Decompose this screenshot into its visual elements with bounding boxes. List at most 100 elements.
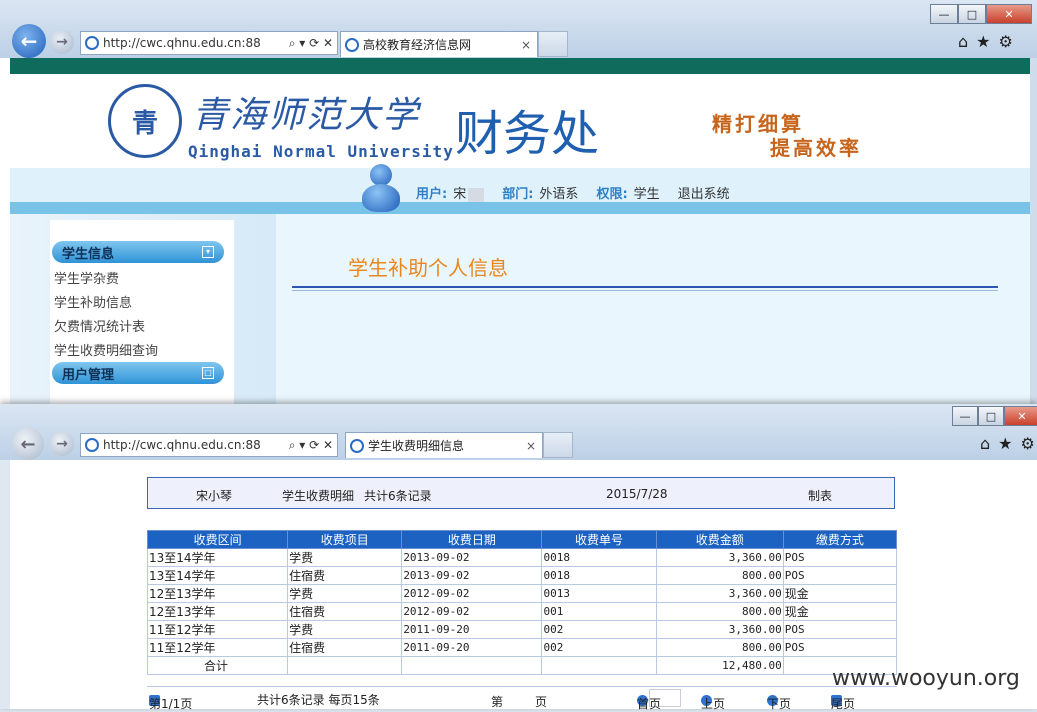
- forward-button-2[interactable]: →: [50, 432, 74, 456]
- user-label: 用户:: [416, 187, 448, 202]
- forward-button[interactable]: →: [50, 30, 74, 54]
- window-controls: — □ ✕: [930, 4, 1032, 24]
- back-button[interactable]: ←: [12, 24, 46, 58]
- address-bar-2[interactable]: http://cwc.qhnu.edu.cn:88 ⌕ ▾ ⟳ ✕: [80, 433, 338, 457]
- page-title: 学生补助个人信息: [348, 256, 508, 280]
- cell-method: POS: [782, 566, 898, 585]
- cell-period: 11至12学年: [146, 638, 289, 657]
- table-row: 12至13学年 住宿费 2012-09-02 001 800.00 现金: [146, 602, 898, 621]
- cell-date: 2013-09-02: [401, 566, 543, 585]
- column-header: 收费单号: [541, 530, 657, 549]
- header-stripe: [10, 202, 1030, 214]
- tab-title: 学生收费明细信息: [368, 439, 465, 453]
- page-prefix: 第: [491, 695, 504, 709]
- arrow-right-icon: →: [56, 436, 68, 452]
- site-favicon-icon: [85, 438, 99, 452]
- new-tab-button-2[interactable]: [543, 432, 573, 458]
- cell-amount: 800.00: [655, 566, 784, 585]
- star-icon[interactable]: ★: [976, 32, 990, 51]
- table-row: 12至13学年 学费 2012-09-02 0013 3,360.00 现金: [146, 584, 898, 603]
- university-seal-logo: 青: [108, 84, 182, 158]
- collapse-toggle-icon[interactable]: ▾: [202, 246, 214, 258]
- pagination-bar: 第1/1页 共计6条记录 每页15条 第 页 首页 上页 下页 尾页: [147, 686, 897, 711]
- sidebar-item-subsidy[interactable]: 学生补助信息: [54, 292, 132, 311]
- cell-amount: 800.00: [655, 638, 784, 657]
- gear-icon[interactable]: ⚙: [999, 32, 1013, 51]
- cell-date: 2012-09-02: [401, 584, 543, 603]
- role-value: 学生: [633, 187, 660, 202]
- report-title: 学生收费明细: [282, 489, 355, 503]
- close-window-button[interactable]: ✕: [986, 4, 1032, 24]
- sidebar-item-fee-detail[interactable]: 学生收费明细查询: [54, 340, 158, 359]
- cell-date: 2013-09-02: [401, 548, 543, 567]
- watermark-text: www.wooyun.org: [832, 666, 1020, 691]
- column-header: 收费区间: [146, 530, 289, 549]
- home-icon[interactable]: ⌂: [958, 32, 968, 51]
- column-header: 缴费方式: [782, 530, 898, 549]
- browser-tab-active[interactable]: 高校教育经济信息网 ×: [340, 31, 538, 57]
- total-amount: 12,480.00: [655, 656, 784, 675]
- close-window-button[interactable]: ✕: [1004, 406, 1037, 426]
- slogan-line-2: 提高效率: [770, 136, 862, 160]
- home-icon[interactable]: ⌂: [980, 434, 990, 453]
- sidebar-item-tuition[interactable]: 学生学杂费: [54, 268, 119, 287]
- column-header: 收费金额: [655, 530, 784, 549]
- title-divider: [292, 286, 998, 288]
- cell-receipt-no: 002: [541, 620, 657, 639]
- cell-item: 学费: [287, 548, 403, 567]
- cell-item: 学费: [287, 584, 403, 603]
- cell-amount: 800.00: [655, 602, 784, 621]
- tab-favicon-icon: [350, 438, 364, 453]
- logout-link[interactable]: 退出系统: [678, 183, 730, 202]
- cell-method: POS: [782, 638, 898, 657]
- arrow-right-icon: →: [56, 34, 68, 50]
- pager-summary: 共计6条记录 每页15条: [257, 693, 380, 707]
- cell-item: 住宿费: [287, 638, 403, 657]
- maximize-button[interactable]: □: [958, 4, 986, 24]
- empty-cell: [401, 656, 543, 675]
- table-row: 11至12学年 学费 2011-09-20 002 3,360.00 POS: [146, 620, 898, 639]
- cell-method: POS: [782, 620, 898, 639]
- search-icon[interactable]: ⌕ ▾ ⟳ ✕: [289, 36, 333, 51]
- cell-date: 2012-09-02: [401, 602, 543, 621]
- search-icon[interactable]: ⌕ ▾ ⟳ ✕: [289, 438, 333, 453]
- cell-period: 12至13学年: [146, 602, 289, 621]
- new-tab-button[interactable]: [538, 31, 568, 57]
- cell-receipt-no: 001: [541, 602, 657, 621]
- back-button-2[interactable]: ←: [12, 428, 44, 460]
- window-edge-left: [0, 460, 10, 709]
- cell-date: 2011-09-20: [401, 620, 543, 639]
- cell-item: 住宿费: [287, 602, 403, 621]
- sidebar-section-student-info[interactable]: 学生信息 ▾: [52, 241, 224, 263]
- cell-period: 13至14学年: [146, 548, 289, 567]
- department-title: 财务处: [455, 106, 600, 162]
- dept-value: 外语系: [539, 187, 579, 202]
- gear-icon[interactable]: ⚙: [1021, 434, 1035, 453]
- address-text: http://cwc.qhnu.edu.cn:88: [103, 36, 261, 50]
- cell-item: 学费: [287, 620, 403, 639]
- cell-method: 现金: [782, 602, 898, 621]
- site-favicon-icon: [85, 36, 99, 50]
- expand-toggle-icon[interactable]: □: [202, 367, 214, 379]
- sidebar-item-arrears[interactable]: 欠费情况统计表: [54, 316, 145, 335]
- tab-close-icon[interactable]: ×: [526, 439, 536, 453]
- fee-detail-table: 收费区间 收费项目 收费日期 收费单号 收费金额 缴费方式 13至14学年 学费…: [146, 530, 898, 675]
- tab-close-icon[interactable]: ×: [521, 38, 531, 52]
- cell-amount: 3,360.00: [655, 620, 784, 639]
- address-bar[interactable]: http://cwc.qhnu.edu.cn:88 ⌕ ▾ ⟳ ✕: [80, 31, 338, 55]
- sidebar-section-user-management[interactable]: 用户管理 □: [52, 362, 224, 384]
- window-edge: [1030, 58, 1037, 410]
- browser-tab-active-2[interactable]: 学生收费明细信息 ×: [345, 432, 543, 458]
- star-icon[interactable]: ★: [998, 434, 1012, 453]
- cell-receipt-no: 0013: [541, 584, 657, 603]
- minimize-button[interactable]: —: [952, 406, 978, 426]
- table-row: 13至14学年 学费 2013-09-02 0018 3,360.00 POS: [146, 548, 898, 567]
- page-suffix: 页: [535, 695, 548, 709]
- report-info-bar: 宋小琴 学生收费明细 共计6条记录 2015/7/28 制表: [147, 477, 895, 509]
- cell-method: POS: [782, 548, 898, 567]
- cell-period: 12至13学年: [146, 584, 289, 603]
- empty-cell: [287, 656, 403, 675]
- maximize-button[interactable]: □: [978, 406, 1004, 426]
- minimize-button[interactable]: —: [930, 4, 958, 24]
- cell-receipt-no: 0018: [541, 548, 657, 567]
